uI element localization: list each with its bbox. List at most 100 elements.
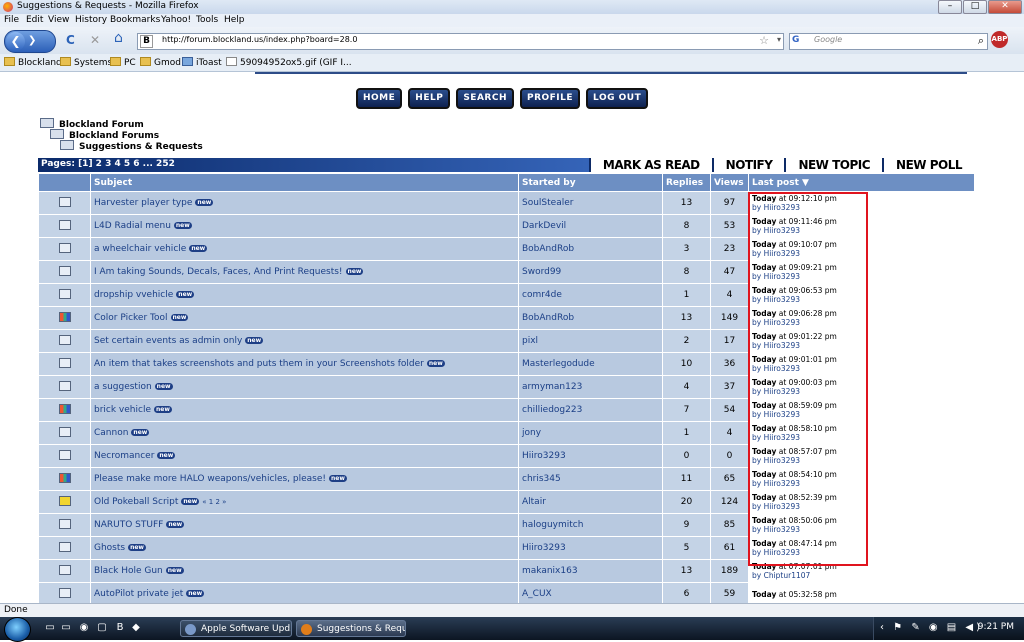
author-link[interactable]: SoulStealer [522, 198, 573, 208]
adblock-icon[interactable]: ABP [991, 31, 1008, 48]
search-box[interactable]: G Google ⌕ [789, 33, 988, 50]
author-link[interactable]: chris345 [522, 474, 561, 484]
notify-button[interactable]: NOTIFY [711, 158, 785, 172]
bookmark-blockland[interactable]: Blockland [4, 57, 62, 68]
menu-file[interactable]: File [4, 15, 19, 25]
new-badge[interactable]: new [186, 590, 205, 597]
header-started-by[interactable]: Started by [518, 173, 663, 192]
bookmark-systems[interactable]: Systems [60, 57, 112, 68]
menu-edit[interactable]: Edit [26, 15, 43, 25]
new-badge[interactable]: new [131, 429, 150, 436]
topic-link[interactable]: dropship vvehicle [94, 290, 173, 300]
menu-history[interactable]: History [75, 15, 107, 25]
topic-link[interactable]: brick vehicle [94, 405, 151, 415]
menu-yahoo[interactable]: Yahoo! [161, 15, 191, 25]
topic-link[interactable]: a suggestion [94, 382, 152, 392]
topic-link[interactable]: I Am taking Sounds, Decals, Faces, And P… [94, 267, 343, 277]
new-badge[interactable]: new [154, 383, 173, 390]
last-post-author[interactable]: by Hiiro3293 [752, 387, 971, 396]
menu-bookmarks[interactable]: Bookmarks [110, 15, 160, 25]
taskbar-firefox[interactable]: Suggestions & Requ... [296, 620, 406, 637]
topic-link[interactable]: Black Hole Gun [94, 566, 163, 576]
new-badge[interactable]: new [128, 544, 146, 551]
last-post-author[interactable]: by Chiptur1107 [752, 571, 971, 580]
app2-launch-icon[interactable]: ◆ [130, 622, 142, 634]
bookmark-gmod[interactable]: Gmod [140, 57, 181, 68]
topic-link[interactable]: An item that takes screenshots and puts … [94, 359, 424, 369]
last-post-author[interactable]: by Hiiro3293 [752, 226, 971, 235]
topic-link[interactable]: AutoPilot private jet [94, 589, 183, 599]
close-button[interactable]: ✕ [988, 0, 1022, 14]
last-post-author[interactable]: by Hiiro3293 [752, 479, 971, 488]
show-desktop-icon[interactable]: ▭ [44, 622, 56, 634]
bookmark-itoast[interactable]: iToast [182, 57, 222, 68]
last-post-author[interactable]: by Hiiro3293 [752, 525, 971, 534]
home-icon[interactable]: ⌂ [114, 31, 123, 45]
maximize-button[interactable]: □ [963, 0, 987, 14]
new-badge[interactable]: new [173, 222, 192, 229]
author-link[interactable]: BobAndRob [522, 313, 574, 323]
forward-button[interactable]: ❯ [28, 35, 36, 46]
bookmark-star-icon[interactable]: ☆ [759, 34, 769, 47]
breadcrumb-board[interactable]: Suggestions & Requests [60, 140, 203, 152]
new-badge[interactable]: new [181, 498, 200, 505]
last-post-author[interactable]: by Hiiro3293 [752, 502, 971, 511]
last-post-author[interactable]: by Hiiro3293 [752, 433, 971, 442]
new-badge[interactable]: new [157, 452, 176, 459]
help-button[interactable]: HELP [408, 88, 451, 109]
author-link[interactable]: A_CUX [522, 589, 552, 599]
bookmark-pc[interactable]: PC [110, 57, 136, 68]
taskbar-apple-update[interactable]: Apple Software Upd... [180, 620, 292, 637]
last-post-author[interactable]: by Hiiro3293 [752, 295, 971, 304]
topic-link[interactable]: Old Pokeball Script [94, 497, 178, 507]
topic-link[interactable]: Cannon [94, 428, 128, 438]
topic-link[interactable]: NARUTO STUFF [94, 520, 163, 530]
start-button[interactable] [4, 617, 31, 642]
author-link[interactable]: armyman123 [522, 382, 582, 392]
mark-as-read-button[interactable]: MARK AS READ [588, 158, 712, 172]
header-replies[interactable]: Replies [662, 173, 711, 192]
topic-link[interactable]: Set certain events as admin only [94, 336, 242, 346]
reload-icon[interactable]: C [66, 34, 75, 46]
new-badge[interactable]: new [165, 567, 184, 574]
last-post-author[interactable]: by Hiiro3293 [752, 249, 971, 258]
url-dropdown-icon[interactable]: ▾ [777, 35, 781, 44]
address-bar[interactable]: B http://forum.blockland.us/index.php?bo… [137, 33, 784, 50]
author-link[interactable]: haloguymitch [522, 520, 583, 530]
tray-icons[interactable]: ‹ ⚑ ✎ ◉ ▤ ◀) [880, 622, 983, 633]
topic-link[interactable]: L4D Radial menu [94, 221, 171, 231]
topic-link[interactable]: Ghosts [94, 543, 125, 553]
last-post-author[interactable]: by Hiiro3293 [752, 548, 971, 557]
new-badge[interactable]: new [166, 521, 185, 528]
pagination[interactable]: Pages: [1] 2 3 4 5 6 ... 252 [41, 159, 175, 169]
topic-pages[interactable]: « 1 2 » [202, 498, 226, 506]
blockland-launch-icon[interactable]: B [114, 622, 126, 634]
logout-button[interactable]: LOG OUT [586, 88, 649, 109]
search-icon[interactable]: ⌕ [978, 34, 984, 48]
menu-help[interactable]: Help [224, 15, 245, 25]
new-badge[interactable]: new [426, 360, 445, 367]
author-link[interactable]: Hiiro3293 [522, 451, 566, 461]
author-link[interactable]: Altair [522, 497, 546, 507]
new-badge[interactable]: new [195, 199, 214, 206]
header-last-post[interactable]: Last post ▼ [748, 173, 975, 192]
header-subject[interactable]: Subject [90, 173, 519, 192]
topic-link[interactable]: a wheelchair vehicle [94, 244, 186, 254]
author-link[interactable]: jony [522, 428, 541, 438]
new-badge[interactable]: new [176, 291, 195, 298]
bookmark-gif[interactable]: 59094952ox5.gif (GIF I... [226, 57, 352, 68]
new-badge[interactable]: new [329, 475, 347, 482]
url-text[interactable]: http://forum.blockland.us/index.php?boar… [162, 35, 357, 44]
last-post-author[interactable]: by Hiiro3293 [752, 272, 971, 281]
author-link[interactable]: DarkDevil [522, 221, 566, 231]
author-link[interactable]: Sword99 [522, 267, 561, 277]
new-badge[interactable]: new [245, 337, 264, 344]
last-post-author[interactable]: by Hiiro3293 [752, 203, 971, 212]
new-badge[interactable]: new [189, 245, 208, 252]
stop-icon[interactable]: ✕ [90, 34, 100, 46]
topic-link[interactable]: Harvester player type [94, 198, 192, 208]
author-link[interactable]: Masterlegodude [522, 359, 595, 369]
profile-button[interactable]: PROFILE [519, 88, 581, 109]
search-button[interactable]: SEARCH [456, 88, 514, 109]
author-link[interactable]: Hiiro3293 [522, 543, 566, 553]
